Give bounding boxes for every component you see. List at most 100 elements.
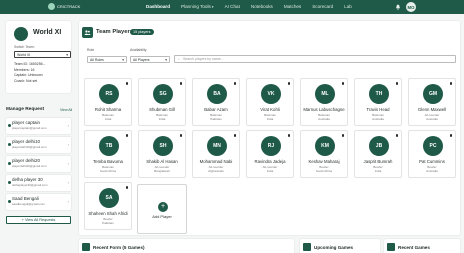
add-player-button[interactable]: + Add Player [137,184,187,234]
player-name: Ravindra Jadeja [254,159,286,164]
user-icon [8,200,11,203]
player-country: South Africa [99,169,117,173]
nav-dashboard[interactable]: Dashboard [146,4,170,9]
nav-notebooks[interactable]: Notebooks [251,4,273,9]
player-search-input[interactable]: ⌕ Search players by name... [174,55,456,63]
player-card[interactable]: MN Mohammad Nabi All-rounder Afghanistan [192,130,240,178]
player-avatar: PC [423,136,443,156]
nav-ai-chat[interactable]: AI Chat [225,4,240,9]
user-icon [8,162,11,165]
player-country: Afghanistan [208,169,224,173]
recent-form-card[interactable]: Recent Form (5 Games) [79,239,294,253]
page-title: Team Players [96,29,133,35]
request-email: playerdelhi10@gmail.com [12,145,47,149]
player-card[interactable]: RJ Ravindra Jadeja All-rounder India [246,130,294,178]
player-name: Babar Azam [204,107,228,112]
app-logo[interactable]: CRICTRACK [48,3,80,10]
player-card[interactable]: VK Virat Kohli Batsman India [246,78,294,126]
status-dot-icon [233,82,236,85]
request-item[interactable]: player captain playercaptain@gmail.com › [6,118,71,134]
manage-request-title: Manage Request [6,107,45,112]
status-dot-icon [233,134,236,137]
chevron-down-icon: ▾ [66,52,68,57]
player-avatar: TH [369,84,389,104]
chevron-right-icon: › [67,161,69,166]
upcoming-games-card[interactable]: Upcoming Games [300,239,380,253]
request-item[interactable]: Saad Bengali saadbengali@gmail.com › [6,194,71,210]
upcoming-games-title: Upcoming Games [314,245,354,250]
player-avatar: RJ [261,136,281,156]
view-all-link[interactable]: View All [60,108,72,112]
player-country: Australia [372,117,384,121]
role-filter-select[interactable]: All Roles ▾ [87,56,127,63]
calendar-icon [303,243,311,251]
users-glyph-icon [84,30,91,35]
team-name: World XI [33,29,62,36]
player-card[interactable]: TB Temba Bavuma Batsman South Africa [84,130,132,178]
availability-filter-select[interactable]: All Players ▾ [130,56,170,63]
player-avatar: TB [99,136,119,156]
player-country: Bangladesh [154,169,170,173]
player-card[interactable]: RS Rohit Sharma Batsman India [84,78,132,126]
request-email: playerdelhi20@gmail.com [12,164,47,168]
player-avatar: SH [153,136,173,156]
recent-games-card[interactable]: Recent Games [384,239,460,253]
user-avatar[interactable]: MO [406,2,416,12]
player-country: India [104,117,112,121]
switch-team-label: Switch Team: [14,45,35,49]
user-icon [8,143,11,146]
status-dot-icon [179,82,182,85]
chevron-right-icon: › [67,199,69,204]
nav-planning-tools[interactable]: Planning Tools▾ [181,4,214,9]
request-name: player delhi20 [12,158,41,163]
switch-team-select[interactable]: World XI ▾ [14,51,71,58]
player-country: Australia [318,117,330,121]
nav-planning-tools-label: Planning Tools [181,4,211,9]
chevron-down-icon: ▾ [211,5,214,9]
player-card[interactable]: PC Pat Cummins Bowler Australia [408,130,456,178]
request-email: delhaplayer30@gmail.com [12,183,48,187]
top-right-actions: MO [395,2,416,12]
player-name: Temba Bavuma [93,159,123,164]
player-avatar: MN [207,136,227,156]
nav-scorecard[interactable]: Scorecard [312,4,333,9]
player-card[interactable]: BA Babar Azam Batsman Pakistan [192,78,240,126]
chevron-right-icon: › [67,180,69,185]
status-dot-icon [179,134,182,137]
request-item[interactable]: player delhi10 playerdelhi10@gmail.com › [6,137,71,153]
player-card[interactable]: GM Glenn Maxwell All-rounder Australia [408,78,456,126]
status-dot-icon [341,134,344,137]
request-item[interactable]: delha player 30 delhaplayer30@gmail.com … [6,175,71,191]
history-icon [387,243,395,251]
chevron-down-icon: ▾ [122,57,124,62]
role-filter-value: All Roles [90,57,104,62]
user-icon [8,124,11,127]
player-card[interactable]: SG Shubman Gill Batsman India [138,78,186,126]
player-avatar: JB [369,136,389,156]
top-nav-bar: CRICTRACK Dashboard Planning Tools▾ AI C… [0,0,464,14]
request-item[interactable]: player delhi20 playerdelhi20@gmail.com › [6,156,71,172]
team-selector-card: World XI Switch Team: World XI ▾ Team ID… [6,21,71,93]
player-avatar: KM [315,136,335,156]
bell-icon[interactable] [395,4,401,10]
player-country: India [158,117,166,121]
nav-matches[interactable]: Matches [284,4,301,9]
role-filter-label: Role [87,48,95,52]
status-dot-icon [395,82,398,85]
player-card[interactable]: JB Jasprit Bumrah Bowler India [354,130,402,178]
team-coach: Coach: Not set [14,79,38,84]
player-card[interactable]: SH Shakib Al Hasan All-rounder Banglades… [138,130,186,178]
chevron-down-icon: ▾ [165,57,167,62]
player-card[interactable]: KM Keshav Maharaj Bowler South Africa [300,130,348,178]
logo-text: CRICTRACK [57,4,81,9]
player-name: Jasprit Bumrah [363,159,393,164]
player-card[interactable]: TH Travis Head Batsman Australia [354,78,402,126]
player-card[interactable]: ML Marnus Labuschagne Batsman Australia [300,78,348,126]
player-avatar: RS [99,84,119,104]
player-avatar: GM [423,84,443,104]
player-name: Glenn Maxwell [417,107,447,112]
view-all-requests-button[interactable]: + View All Requests [6,216,71,224]
player-card[interactable]: SA Shaheen Shah Afridi Bowler Pakistan [84,182,132,230]
availability-filter-value: All Players [133,57,150,62]
nav-lab[interactable]: Lab [344,4,352,9]
